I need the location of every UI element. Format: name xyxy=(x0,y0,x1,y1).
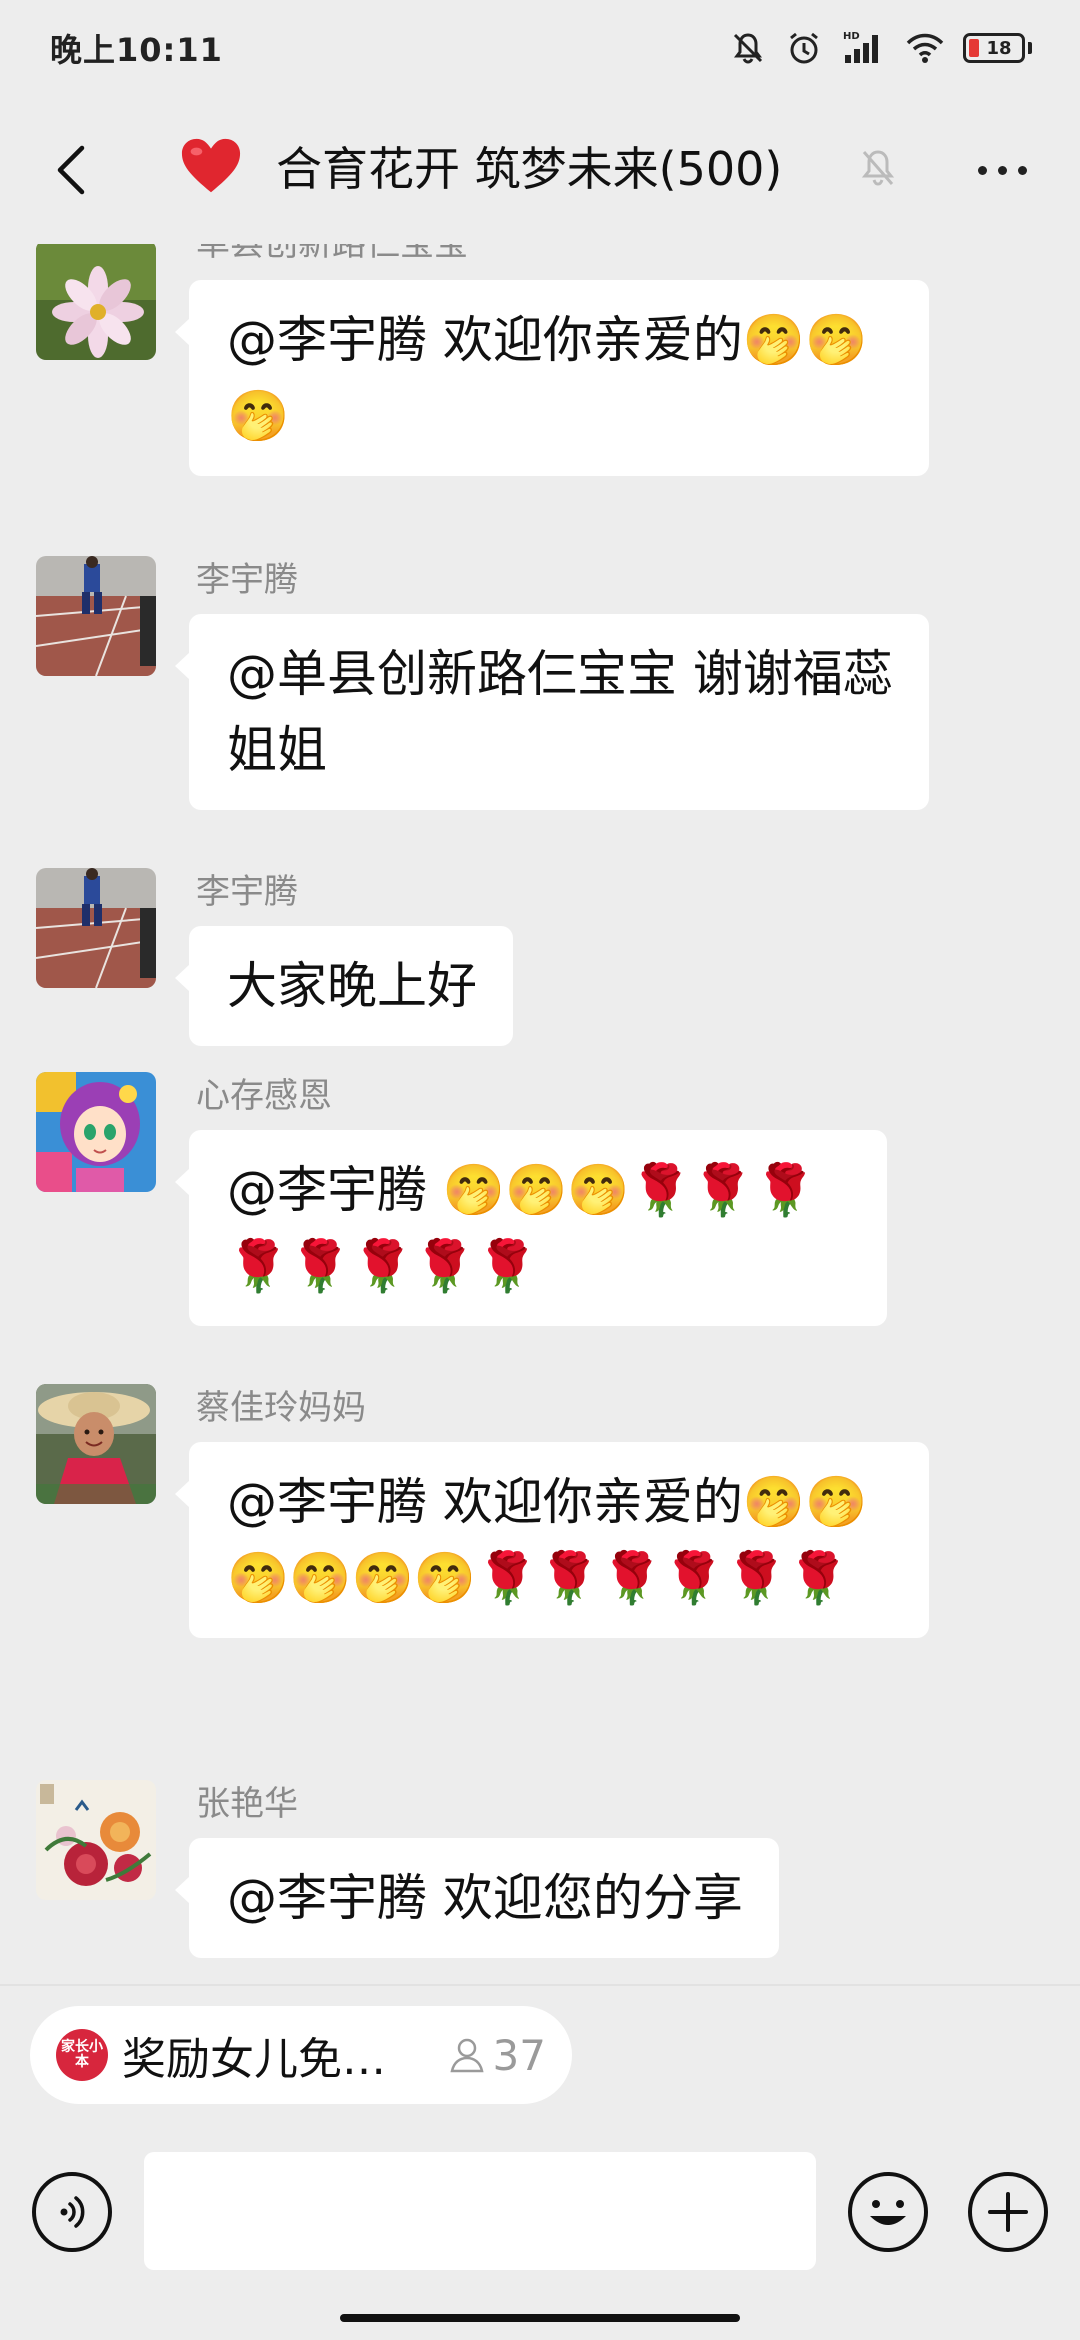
sender-name: 李宇腾 xyxy=(196,872,298,912)
chat-message-list[interactable]: 单县创新路仨宝宝 @李宇腾 欢迎你亲爱的🤭🤭🤭 李宇腾 @单县创新路仨宝宝 谢谢… xyxy=(0,244,1080,1984)
status-time: 晚上10:11 xyxy=(50,31,223,69)
more-dot xyxy=(977,165,987,175)
more-options-button[interactable] xyxy=(964,134,1040,206)
peony-painting-avatar[interactable] xyxy=(36,1780,156,1900)
battery-level: 18 xyxy=(986,37,1012,59)
cartoon-girl-avatar[interactable] xyxy=(36,1072,156,1192)
plus-icon xyxy=(988,2192,1028,2232)
back-arrow-icon xyxy=(57,145,85,195)
running-track-avatar[interactable] xyxy=(36,556,156,676)
sender-name: 心存感恩 xyxy=(196,1076,332,1116)
voice-icon xyxy=(60,2196,85,2228)
emoji-button[interactable] xyxy=(848,2172,928,2252)
sender-name: 张艳华 xyxy=(196,1784,298,1824)
home-indicator[interactable] xyxy=(340,2314,740,2322)
smile-icon xyxy=(870,2200,906,2225)
cosmos-flower-avatar[interactable] xyxy=(36,244,156,360)
group-title[interactable]: 合育花开 筑梦未来(500) xyxy=(276,136,782,202)
wifi-icon xyxy=(906,33,944,63)
mute-bell-icon xyxy=(861,150,895,186)
sender-name: 单县创新路仨宝宝 xyxy=(196,244,468,264)
running-track-avatar[interactable] xyxy=(36,868,156,988)
message-input[interactable] xyxy=(144,2152,816,2270)
participant-count-value: 37 xyxy=(492,2030,546,2080)
message-bubble[interactable]: @李宇腾 欢迎您的分享 xyxy=(175,1838,779,1958)
participant-count: 37 xyxy=(447,2031,546,2080)
back-button[interactable] xyxy=(36,134,108,206)
mini-app-title: 奖励女儿免… xyxy=(122,2034,386,2085)
mini-app-chip[interactable]: 家长小本 奖励女儿免… 37 xyxy=(30,2006,572,2104)
signal-icon: HD xyxy=(843,31,878,63)
more-dot xyxy=(1017,165,1027,175)
more-functions-button[interactable] xyxy=(968,2172,1048,2252)
message-bubble[interactable]: @李宇腾 欢迎你亲爱的🤭🤭🤭 xyxy=(175,280,929,476)
status-icons: HD 18 xyxy=(729,29,1032,67)
mini-app-logo: 家长小本 xyxy=(56,2029,108,2081)
alarm-icon xyxy=(790,32,818,64)
heart-icon xyxy=(181,138,241,193)
sender-name: 李宇腾 xyxy=(196,560,298,600)
network-label: HD xyxy=(843,31,860,42)
status-bar: 晚上10:11 HD 18 xyxy=(0,0,1080,96)
more-dot xyxy=(997,165,1007,175)
message-bubble[interactable]: @李宇腾 欢迎你亲爱的🤭🤭🤭🤭🤭🤭🌹🌹🌹🌹🌹🌹 xyxy=(175,1442,929,1638)
mute-notification-icon xyxy=(733,33,763,64)
message-bubble[interactable]: 大家晚上好 xyxy=(175,926,513,1046)
chat-header: 合育花开 筑梦未来(500) xyxy=(0,96,1080,244)
sender-name: 蔡佳玲妈妈 xyxy=(196,1388,366,1428)
voice-input-button[interactable] xyxy=(32,2172,112,2252)
person-icon xyxy=(449,2038,484,2073)
battery-indicator: 18 xyxy=(963,33,1032,63)
straw-hat-avatar[interactable] xyxy=(36,1384,156,1504)
divider xyxy=(0,1984,1080,1986)
message-bubble[interactable]: @李宇腾 🤭🤭🤭🌹🌹🌹🌹🌹🌹🌹🌹 xyxy=(175,1130,887,1326)
message-bubble[interactable]: @单县创新路仨宝宝 谢谢福蕊姐姐 xyxy=(175,614,929,810)
